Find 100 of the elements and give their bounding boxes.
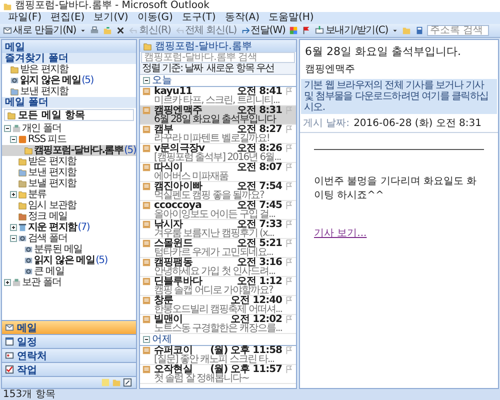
folder-item[interactable]: 받은 편지함 [2, 156, 136, 167]
message-item[interactable]: 오작현실 (월) 오후 11:57 첫 솔럼 잘 정해봅니다~ [140, 365, 296, 384]
folder-item[interactable]: 읽지 않은 메일(5) [2, 75, 136, 86]
search-folder-icon [18, 234, 27, 243]
message-item[interactable]: 캠핑팸동 오전 3:16 안녕하세요 가입 첫 인사드려... [140, 258, 296, 277]
feed-item-icon [142, 296, 151, 305]
info-bar[interactable]: 기본 웹 브라우저의 전체 기사를 보거나 기사 및 첨부물을 다운로드하려면 여기를 클릭하십시오. [301, 79, 497, 114]
feed-item-icon [142, 239, 151, 248]
nav-section-button[interactable]: 메일 [2, 320, 136, 334]
folder-icon [112, 378, 121, 387]
folder-item[interactable]: 읽지 않은 메일(5) [2, 255, 136, 266]
date-value: 2016-06-28 (화) 오전 8:31 [354, 117, 482, 130]
forward-icon [240, 26, 250, 35]
contact-card-icon [5, 351, 14, 360]
message-item[interactable]: kayu11 오전 8:41 미르카 타프, 스크린, 트리니티... [140, 87, 296, 106]
flag-icon [284, 346, 293, 355]
message-item[interactable]: 슈퍼코이 (월) 오후 11:58 [질문] 좋안 캐노피 스크린 타... [140, 346, 296, 365]
menu-item[interactable]: 도구(T) [182, 12, 216, 24]
folder-item[interactable]: 분류된 메일 [2, 244, 136, 255]
folder-item[interactable]: 정크 메일 [2, 211, 136, 222]
flag-icon [284, 125, 293, 134]
message-item[interactable]: ccoccoya 오전 7:45 올아이잉보도 어이든 구입 걸... [140, 201, 296, 220]
expand-icon[interactable] [10, 191, 17, 198]
message-item[interactable]: 캠핑엔맥주 오전 8:31 6월 28일 화요일 출석부입니다 [140, 106, 296, 125]
folder-item[interactable]: 개인 폴더 [2, 123, 136, 134]
folder-item[interactable]: 보낼 편지함 [2, 178, 136, 189]
expand-icon[interactable] [10, 224, 17, 231]
feed-item-icon [142, 220, 151, 229]
search-folder-icon [24, 267, 33, 276]
section-header[interactable]: 즐겨찾기 폴더 [2, 53, 136, 64]
category-icon [289, 26, 298, 35]
folder-item[interactable]: 보낸 편지함 [2, 86, 136, 97]
folder-item[interactable]: RSS 피드 [2, 134, 136, 145]
folder-item[interactable]: 캠핑포럼-달바다.롬뿌(5) [2, 145, 136, 156]
feed-item-icon [142, 315, 151, 324]
view-dropdown[interactable]: 모든 메일 항목 [4, 109, 134, 121]
section-header[interactable]: 메일 폴더 [2, 97, 136, 108]
pane-title: 메일 [2, 40, 136, 53]
folder-item[interactable]: 검색 폴더 [2, 233, 136, 244]
message-body: 이번주 불멍을 기다리며 화요일도 화이팅 하시죠^^ [314, 175, 478, 202]
message-item[interactable]: 낚시자 오전 7:33 겨우룸 보름지난 캠핑후기 (x... [140, 220, 296, 239]
feed-item-icon [142, 144, 151, 153]
toolbar-button[interactable]: 보내기/받기(C) [314, 24, 390, 37]
menu-item[interactable]: 편집(E) [50, 12, 85, 24]
menu-item[interactable]: 보기(V) [94, 12, 128, 24]
flag-icon [284, 87, 293, 96]
arrange-by-header[interactable]: 정렬 기준: 날짜 [142, 63, 203, 74]
nav-section-button[interactable]: 연락처 [2, 348, 136, 362]
search-folder-icon [24, 256, 33, 265]
collapse-icon[interactable] [4, 125, 11, 132]
feed-item-icon [142, 346, 151, 355]
feed-item-icon [142, 182, 151, 191]
folder-item[interactable]: 보낸 편지함 [2, 167, 136, 178]
address-book-icon [415, 26, 424, 35]
feed-item-icon [142, 106, 151, 115]
message-item[interactable]: 딘블루바다 오전 1:12 캠핑 솔캡 어디로 가야할까요? [140, 277, 296, 296]
menu-item[interactable]: 파일(F) [8, 12, 42, 24]
message-item[interactable]: v문의극장v 오전 8:26 [캠핑포럼 출석부] 2016년 6월... [140, 144, 296, 163]
flag-icon [302, 26, 312, 35]
sender-name: 캠핑엔맥주 [304, 63, 356, 77]
flag-icon [284, 315, 293, 324]
flag-icon [284, 163, 293, 172]
expand-icon[interactable] [4, 279, 11, 286]
send-receive-icon [315, 26, 324, 35]
folder-item[interactable]: 보관 폴더 [2, 277, 136, 288]
menu-item[interactable]: 도움말(H) [268, 12, 314, 24]
flag-icon [284, 296, 293, 305]
feed-item-icon [142, 125, 151, 134]
toolbar-button[interactable]: 새로 만들기(N) [2, 24, 78, 37]
nav-section-button[interactable]: 일정 [2, 334, 136, 348]
feed-item-icon [142, 201, 151, 210]
folder-item[interactable]: 큰 메일 [2, 266, 136, 277]
message-item[interactable]: 따식이 오전 8:07 에어버스 미파재품 [140, 163, 296, 182]
new-mail-icon [3, 26, 12, 35]
flag-icon [284, 365, 293, 374]
folder-item[interactable]: 받은 편지함 [2, 64, 136, 75]
folder-item[interactable]: 지운 편지함(7) [2, 222, 136, 233]
message-item[interactable]: 캠부 오전 8:27 라꾸라 미파텐트 벨로길까요! [140, 125, 296, 144]
collapse-icon[interactable] [143, 336, 150, 343]
menu-item[interactable]: 동작(A) [224, 12, 260, 24]
message-item[interactable]: 스몰윈드 오전 5:21 텀타카르 우게가 고민되네요... [140, 239, 296, 258]
collapse-icon[interactable] [143, 77, 150, 84]
message-item[interactable]: 창룬 오전 12:40 한봉오드빌리 캠핑축제 어떠셔... [140, 296, 296, 315]
window-title: 캠핑포럼-달바다.롬뿌 - Microsoft Outlook [15, 0, 210, 12]
sort-order-header[interactable]: 새로운 항목 우선 [206, 63, 274, 74]
flag-icon [284, 201, 293, 210]
feed-item-icon [142, 163, 151, 172]
folder-item[interactable]: 임시 보관함 [2, 200, 136, 211]
collapse-icon[interactable] [10, 136, 17, 143]
collapse-icon[interactable] [10, 235, 17, 242]
article-link[interactable]: 기사 보기... [314, 228, 367, 239]
feed-folder-icon [18, 135, 27, 144]
toolbar-button[interactable]: 전달(W) [240, 24, 286, 37]
status-text: 153개 항목 [0, 389, 500, 400]
folder-item[interactable]: 분류 [2, 189, 136, 200]
message-item[interactable]: 캠진아이빠 오전 7:54 먹실펜도 캠핑 좋을 될까요? [140, 182, 296, 201]
menu-item[interactable]: 이동(G) [137, 12, 173, 24]
note-icon [101, 378, 110, 387]
nav-section-button[interactable]: 작업 [2, 362, 136, 376]
message-item[interactable]: 빌맨이 오전 12:02 노트스동 구경할한은 캐장으를... [140, 315, 296, 334]
